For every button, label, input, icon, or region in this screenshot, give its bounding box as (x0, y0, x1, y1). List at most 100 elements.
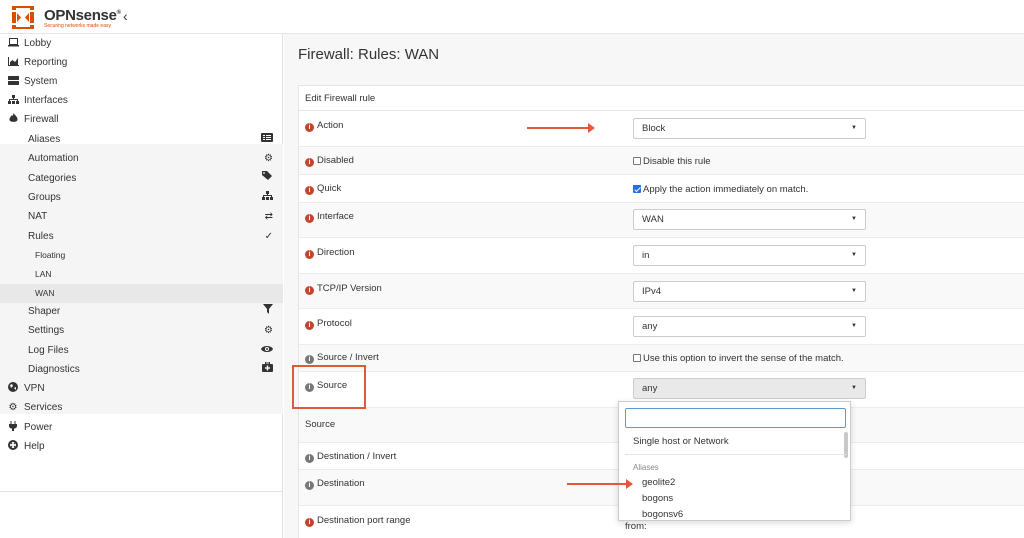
disable-rule-checkbox[interactable]: Disable this rule (633, 156, 711, 167)
protocol-select[interactable]: any▼ (633, 316, 866, 337)
sidebar-item-label: Interfaces (24, 91, 68, 110)
panel-title: Edit Firewall rule (299, 86, 1024, 111)
top-bar: OPNsense® Securing networks made easy ‹ (0, 0, 1024, 34)
source-select[interactable]: any▼ (633, 378, 866, 399)
opnsense-logo (8, 4, 38, 31)
sidebar-item-label: Groups (28, 188, 61, 207)
sidebar-item-vpn[interactable]: VPN (0, 379, 283, 398)
life-ring-icon (6, 437, 20, 456)
info-icon[interactable]: i (305, 186, 314, 195)
sidebar-item-power[interactable]: Power (0, 418, 283, 437)
info-icon[interactable]: i (305, 454, 314, 463)
direction-select[interactable]: in▼ (633, 245, 866, 266)
sidebar-item-label: Lobby (24, 34, 51, 53)
sidebar: Lobby Reporting System Interfaces Firewa… (0, 34, 283, 538)
eye-icon (261, 341, 273, 360)
sidebar-item-label: Categories (28, 169, 76, 188)
info-icon[interactable]: i (305, 355, 314, 364)
sidebar-item-firewall[interactable]: Firewall (0, 110, 283, 129)
info-icon[interactable]: i (305, 250, 314, 259)
direction-label: iDirection (305, 247, 355, 259)
sidebar-item-label: LAN (35, 265, 52, 284)
sidebar-item-label: Diagnostics (28, 360, 80, 379)
sidebar-item-aliases[interactable]: Aliases (0, 130, 283, 149)
protocol-label: iProtocol (305, 318, 352, 330)
filter-icon (263, 302, 273, 321)
ipversion-select[interactable]: IPv4▼ (633, 281, 866, 302)
sidebar-item-log-files[interactable]: Log Files (0, 341, 283, 360)
sidebar-item-floating[interactable]: Floating (0, 246, 283, 265)
fire-icon (6, 110, 20, 129)
plug-icon (6, 418, 20, 437)
sidebar-item-groups[interactable]: Groups (0, 188, 283, 207)
sidebar-item-lobby[interactable]: Lobby (0, 34, 283, 53)
sidebar-item-categories[interactable]: Categories (0, 169, 283, 188)
info-icon[interactable]: i (305, 481, 314, 490)
row-protocol: iProtocol any▼ (299, 309, 1024, 345)
sidebar-item-reporting[interactable]: Reporting (0, 53, 283, 72)
sidebar-item-automation[interactable]: Automation ⚙ (0, 149, 283, 168)
disabled-label: iDisabled (305, 155, 354, 167)
info-icon[interactable]: i (305, 286, 314, 295)
action-label: iAction (305, 120, 343, 132)
sidebar-item-label: Floating (35, 246, 65, 265)
row-action: iAction Block▼ (299, 111, 1024, 147)
sidebar-item-interfaces[interactable]: Interfaces (0, 91, 283, 110)
sidebar-item-lan[interactable]: LAN (0, 265, 283, 284)
sidebar-item-help[interactable]: Help (0, 437, 283, 456)
source-invert-checkbox[interactable]: Use this option to invert the sense of t… (633, 353, 844, 364)
cog-icon: ⚙ (6, 398, 20, 417)
sidebar-item-settings[interactable]: Settings ⚙ (0, 321, 283, 340)
option-single-host[interactable]: Single host or Network (633, 436, 729, 447)
brand-name: OPNsense® (44, 7, 121, 24)
info-icon[interactable]: i (305, 518, 314, 527)
checkbox-checked-icon (633, 185, 641, 193)
dropdown-group-aliases: Aliases (633, 463, 659, 472)
option-alias[interactable]: geolite2 (642, 477, 675, 488)
sidebar-item-services[interactable]: ⚙ Services (0, 398, 283, 417)
row-ipversion: iTCP/IP Version IPv4▼ (299, 274, 1024, 309)
sidebar-item-rules[interactable]: Rules ✓ (0, 227, 283, 246)
caret-down-icon: ▼ (851, 379, 857, 398)
quick-checkbox[interactable]: Apply the action immediately on match. (633, 184, 808, 195)
dropdown-search-input[interactable] (625, 408, 846, 428)
info-icon[interactable]: i (305, 123, 314, 132)
info-icon[interactable]: i (305, 158, 314, 167)
action-select[interactable]: Block▼ (633, 118, 866, 139)
row-interface: iInterface WAN▼ (299, 203, 1024, 238)
server-icon (6, 72, 20, 91)
exchange-icon: ⇄ (265, 207, 273, 226)
area-chart-icon (6, 53, 20, 72)
sidebar-item-nat[interactable]: NAT ⇄ (0, 207, 283, 226)
option-alias[interactable]: bogons (642, 493, 673, 504)
sidebar-divider (0, 491, 283, 492)
brand-tagline: Securing networks made easy (44, 23, 111, 29)
globe-icon (6, 379, 20, 398)
interface-select[interactable]: WAN▼ (633, 209, 866, 230)
page-title: Firewall: Rules: WAN (298, 46, 439, 63)
caret-down-icon: ▼ (851, 210, 857, 229)
sidebar-item-label: Log Files (28, 341, 69, 360)
option-alias[interactable]: bogonsv6 (642, 509, 683, 520)
sitemap-icon (6, 91, 20, 110)
sitemap-icon (262, 188, 273, 207)
quick-label: iQuick (305, 183, 341, 195)
laptop-icon (6, 34, 20, 53)
sidebar-item-label: Help (24, 437, 45, 456)
source-dropdown-menu: Single host or Network Aliases geolite2 … (618, 401, 851, 521)
sidebar-item-system[interactable]: System (0, 72, 283, 91)
source-2-label: Source (305, 419, 335, 430)
sidebar-item-shaper[interactable]: Shaper (0, 302, 283, 321)
info-icon[interactable]: i (305, 321, 314, 330)
chevron-left-icon[interactable]: ‹ (123, 8, 128, 24)
medkit-icon (262, 360, 273, 379)
sidebar-item-label: Services (24, 398, 62, 417)
checkbox-icon (633, 157, 641, 165)
destination-port-label: iDestination port range (305, 515, 410, 527)
sidebar-item-label: Firewall (24, 110, 58, 129)
sidebar-item-wan[interactable]: WAN (0, 284, 283, 303)
row-quick: iQuick Apply the action immediately on m… (299, 175, 1024, 203)
info-icon[interactable]: i (305, 214, 314, 223)
sidebar-item-diagnostics[interactable]: Diagnostics (0, 360, 283, 379)
interface-label: iInterface (305, 211, 354, 223)
